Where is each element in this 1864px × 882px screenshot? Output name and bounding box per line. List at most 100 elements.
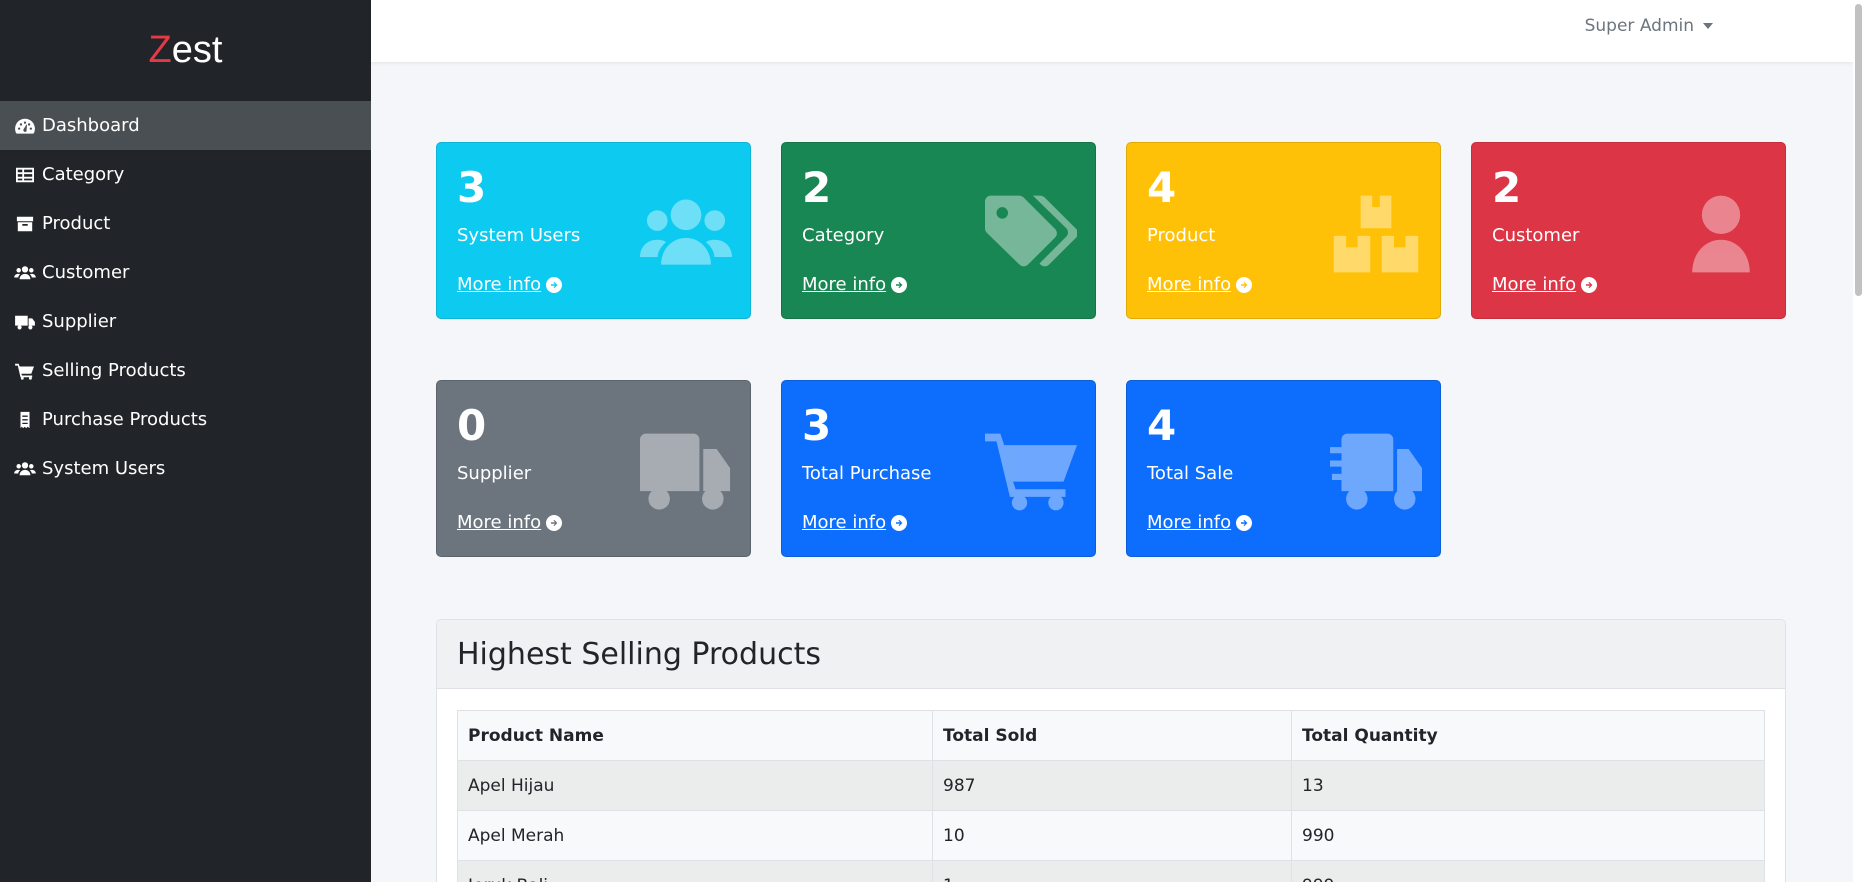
card-count: 0 [457, 401, 487, 450]
card-total-purchase: 3 Total Purchase More info [781, 380, 1096, 557]
arrow-circle-right-icon [891, 514, 908, 531]
more-info-link[interactable]: More info [802, 274, 908, 295]
more-info-link[interactable]: More info [1147, 512, 1253, 533]
column-header: Product Name [457, 710, 933, 761]
more-info-link[interactable]: More info [457, 512, 563, 533]
card-category: 2 Category More info [781, 142, 1096, 319]
box-icon [16, 216, 34, 231]
more-info-label: More info [457, 512, 542, 533]
highest-selling-panel: Highest Selling Products Product Name To… [436, 619, 1786, 882]
card-count: 3 [802, 401, 832, 450]
tags-icon [985, 195, 1078, 273]
table-icon [16, 167, 34, 182]
card-count: 2 [1492, 163, 1522, 212]
more-info-link[interactable]: More info [802, 512, 908, 533]
card-count: 4 [1147, 401, 1177, 450]
card-label: Category [802, 225, 885, 246]
caret-down-icon [1703, 23, 1713, 29]
sidebar-item-label: Customer [42, 262, 130, 283]
fast-truck-icon [1326, 433, 1422, 511]
card-customer: 2 Customer More info [1471, 142, 1786, 319]
sidebar-item-selling-products[interactable]: Selling Products [0, 346, 371, 395]
user-menu-dropdown[interactable]: Super Admin [1585, 16, 1713, 36]
table-cell: 13 [1291, 760, 1765, 811]
cart-icon [985, 433, 1077, 511]
card-supplier: 0 Supplier More info [436, 380, 751, 557]
more-info-label: More info [1147, 274, 1232, 295]
card-total-sale: 4 Total Sale More info [1126, 380, 1441, 557]
more-info-link[interactable]: More info [1492, 274, 1598, 295]
sidebar-item-label: System Users [42, 458, 166, 479]
more-info-label: More info [802, 512, 887, 533]
sidebar-item-product[interactable]: Product [0, 199, 371, 248]
sidebar-item-label: Supplier [42, 311, 117, 332]
topbar: Super Admin [371, 0, 1853, 62]
sidebar: Zest Dashboard Category Product Customer… [0, 0, 371, 882]
more-info-link[interactable]: More info [457, 274, 563, 295]
more-info-label: More info [802, 274, 887, 295]
truck-icon [15, 315, 35, 329]
more-info-label: More info [1147, 512, 1232, 533]
table-cell: 999 [1291, 860, 1765, 882]
user-name: Super Admin [1584, 16, 1694, 36]
sidebar-item-system-users[interactable]: System Users [0, 444, 371, 493]
brand-rest: est [171, 29, 223, 71]
table-cell: Apel Merah [457, 810, 933, 861]
users-icon [14, 265, 36, 279]
brand-logo[interactable]: Zest [0, 0, 371, 101]
receipt-icon [20, 411, 30, 428]
scrollbar-track[interactable] [1853, 0, 1864, 882]
more-info-label: More info [457, 274, 542, 295]
sidebar-item-dashboard[interactable]: Dashboard [0, 101, 371, 150]
card-label: Total Purchase [802, 463, 932, 484]
arrow-circle-right-icon [1581, 276, 1598, 293]
table-cell: Jeruk Bali [457, 860, 933, 882]
more-info-label: More info [1492, 274, 1577, 295]
card-label: Customer [1492, 225, 1580, 246]
sidebar-item-supplier[interactable]: Supplier [0, 297, 371, 346]
panel-title: Highest Selling Products [437, 620, 1785, 689]
card-label: Product [1147, 225, 1216, 246]
sidebar-item-customer[interactable]: Customer [0, 248, 371, 297]
card-count: 3 [457, 163, 487, 212]
highest-selling-table: Product Name Total Sold Total Quantity A… [457, 710, 1765, 882]
table-cell: Apel Hijau [457, 760, 933, 811]
arrow-circle-right-icon [546, 514, 563, 531]
sidebar-item-label: Selling Products [42, 360, 186, 381]
card-count: 2 [802, 163, 832, 212]
card-count: 4 [1147, 163, 1177, 212]
scrollbar-thumb[interactable] [1855, 4, 1862, 296]
card-label: Total Sale [1147, 463, 1234, 484]
table-row: Apel Merah 10 990 [457, 810, 1765, 861]
gauge-icon [15, 118, 35, 134]
sidebar-item-label: Dashboard [42, 115, 140, 136]
users-icon [640, 195, 732, 273]
arrow-circle-right-icon [1236, 514, 1253, 531]
table-cell: 1 [932, 860, 1292, 882]
sidebar-item-label: Category [42, 164, 125, 185]
card-system-users: 3 System Users More info [436, 142, 751, 319]
table-cell: 10 [932, 810, 1292, 861]
table-cell: 990 [1291, 810, 1765, 861]
sidebar-item-label: Product [42, 213, 111, 234]
table-row: Apel Hijau 987 13 [457, 760, 1765, 811]
truck-icon [640, 433, 732, 511]
card-product: 4 Product More info [1126, 142, 1441, 319]
arrow-circle-right-icon [546, 276, 563, 293]
card-label: Supplier [457, 463, 532, 484]
arrow-circle-right-icon [891, 276, 908, 293]
arrow-circle-right-icon [1236, 276, 1253, 293]
table-row: Jeruk Bali 1 999 [457, 860, 1765, 882]
boxes-icon [1330, 195, 1422, 273]
more-info-link[interactable]: More info [1147, 274, 1253, 295]
column-header: Total Sold [932, 710, 1292, 761]
sidebar-item-category[interactable]: Category [0, 150, 371, 199]
sidebar-item-label: Purchase Products [42, 409, 208, 430]
cart-icon [15, 363, 34, 380]
table-header-row: Product Name Total Sold Total Quantity [457, 710, 1765, 761]
sidebar-item-purchase-products[interactable]: Purchase Products [0, 395, 371, 444]
column-header: Total Quantity [1291, 710, 1765, 761]
table-cell: 987 [932, 760, 1292, 811]
users-cog-icon [14, 461, 36, 475]
card-label: System Users [457, 225, 581, 246]
